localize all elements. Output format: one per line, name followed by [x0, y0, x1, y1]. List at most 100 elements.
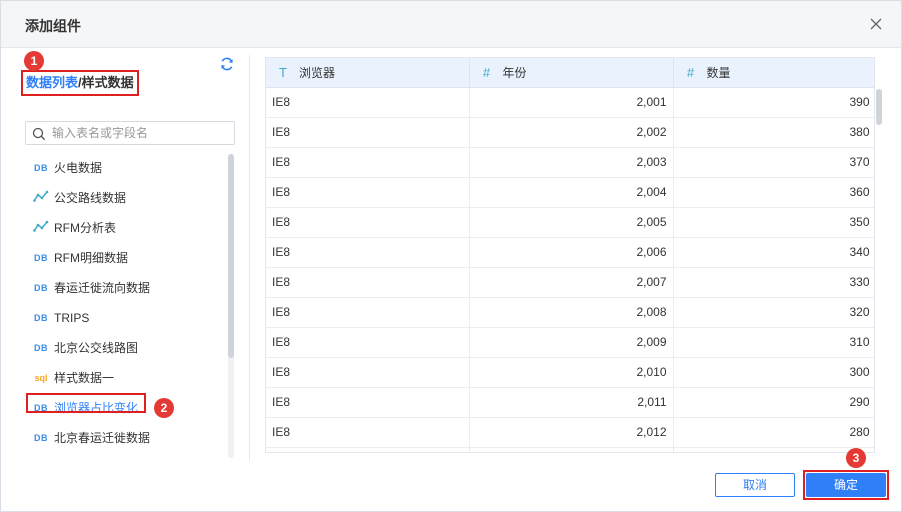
db-icon: DB [34, 282, 48, 293]
step-badge-1: 1 [24, 51, 44, 71]
search-input[interactable] [52, 125, 230, 141]
step-badge-3: 3 [846, 448, 866, 468]
list-item-label: TRIPS [54, 310, 90, 325]
list-item[interactable]: DB 北京公交线路图 [25, 332, 225, 362]
table-cell: 340 [673, 237, 874, 268]
table-cell: 390 [673, 87, 874, 118]
breadcrumb-data-list[interactable]: 数据列表 [26, 75, 78, 90]
table-cell: IE8 [266, 267, 470, 298]
table-cell [673, 447, 874, 452]
column-header[interactable]: T 浏览器 [266, 58, 470, 88]
table-row: IE8 2,012 280 [266, 417, 874, 448]
list-item-label: 北京春运迁徙数据 [54, 430, 151, 445]
table-cell: 2,002 [469, 117, 674, 148]
sql-icon: sql [34, 372, 48, 383]
table-row: IE8 2,002 380 [266, 117, 874, 148]
table-cell: IE8 [266, 87, 470, 118]
list-item[interactable]: 公交路线数据 [25, 182, 225, 212]
table-cell: IE8 [266, 177, 470, 208]
breadcrumb-current: 样式数据 [81, 75, 134, 90]
column-header[interactable]: # 年份 [469, 58, 674, 88]
table-cell: 290 [673, 387, 874, 418]
table-row: IE8 2,003 370 [266, 147, 874, 178]
table-cell: 310 [673, 327, 874, 358]
table-cell: 2,009 [469, 327, 674, 358]
breadcrumb: 数据列表/样式数据 [21, 70, 139, 96]
list-item[interactable]: DB 火电数据 [25, 152, 225, 182]
column-header-label: 数量 [706, 65, 731, 80]
table-cell [469, 447, 674, 452]
table-cell: 300 [673, 357, 874, 388]
table-row: IE8 2,006 340 [266, 237, 874, 268]
list-item-label: 春运迁徙流向数据 [54, 280, 151, 295]
add-component-dialog: 添加组件 数据列表/样式数据 DB 火电数据公交路线数据 RFM分析表 DB RFM明细… [0, 0, 902, 512]
table-cell: IE8 [266, 417, 470, 448]
table-cell: 320 [673, 297, 874, 328]
table-scrollbar[interactable] [876, 89, 882, 449]
list-item[interactable]: DB RFM明细数据 [25, 242, 225, 272]
column-header-label: 年份 [502, 65, 527, 80]
list-scrollbar-thumb[interactable] [228, 154, 234, 358]
list-item[interactable]: sql 样式数据一 [25, 362, 225, 392]
table-cell: 2,007 [469, 267, 674, 298]
table-row: IE8 2,001 390 [266, 87, 874, 118]
text-type-icon: T [279, 64, 287, 80]
db-icon: DB [34, 162, 48, 173]
db-icon: DB [34, 432, 48, 443]
line-chart-icon [32, 220, 50, 235]
list-item-label: 样式数据一 [54, 370, 115, 385]
list-item-label: RFM明细数据 [54, 250, 128, 265]
table-row: IE8 2,008 320 [266, 297, 874, 328]
table-cell: 2,010 [469, 357, 674, 388]
table-cell: 2,008 [469, 297, 674, 328]
table-cell: 2,003 [469, 147, 674, 178]
data-source-panel: 数据列表/样式数据 DB 火电数据公交路线数据 RFM分析表 DB RFM明细数据 DB 春… [17, 48, 249, 466]
search-icon [32, 127, 46, 144]
ok-button[interactable]: 确定 [806, 473, 886, 497]
list-item[interactable]: RFM分析表 [25, 212, 225, 242]
close-icon[interactable] [865, 13, 887, 35]
table-cell: IE8 [266, 387, 470, 418]
table-row: IE8 2,005 350 [266, 207, 874, 238]
step-badge-2: 2 [154, 398, 174, 418]
list-item[interactable]: DB TRIPS [25, 302, 225, 332]
table-cell [266, 447, 470, 452]
list-item-label: RFM分析表 [54, 220, 116, 235]
list-item-label: 公交路线数据 [54, 190, 127, 205]
data-preview-table: T 浏览器 # 年份 # 数量 IE8 2,001 390 IE8 2,002 380 IE8 2,00… [265, 57, 875, 453]
column-header[interactable]: # 数量 [673, 58, 874, 88]
number-type-icon: # [686, 64, 695, 80]
table-cell: 2,006 [469, 237, 674, 268]
dialog-header: 添加组件 [1, 1, 901, 48]
table-cell: IE8 [266, 327, 470, 358]
cancel-button[interactable]: 取消 [715, 473, 795, 497]
table-cell: 280 [673, 417, 874, 448]
table-cell: 350 [673, 207, 874, 238]
table-cell: IE8 [266, 117, 470, 148]
table-cell: IE8 [266, 207, 470, 238]
table-cell: 2,011 [469, 387, 674, 418]
table-cell: 380 [673, 117, 874, 148]
table-body: IE8 2,001 390 IE8 2,002 380 IE8 2,003 370 IE8 2,00… [266, 87, 874, 452]
table-cell: 360 [673, 177, 874, 208]
table-row: IE8 2,010 300 [266, 357, 874, 388]
refresh-icon[interactable] [219, 56, 235, 72]
table-cell: IE8 [266, 147, 470, 178]
list-item[interactable]: DB 春运迁徙流向数据 [25, 272, 225, 302]
table-cell: 370 [673, 147, 874, 178]
table-cell: 2,001 [469, 87, 674, 118]
table-row: IE8 2,007 330 [266, 267, 874, 298]
table-cell: 2,005 [469, 207, 674, 238]
table-cell: IE8 [266, 357, 470, 388]
table-scrollbar-thumb[interactable] [876, 89, 882, 125]
search-box [25, 121, 235, 145]
list-scrollbar[interactable] [228, 154, 234, 458]
db-icon: DB [34, 252, 48, 263]
list-item[interactable]: DB 浏览器占比变化 [25, 392, 225, 422]
number-type-icon: # [482, 64, 491, 80]
table-cell: IE8 [266, 237, 470, 268]
table-header-row: T 浏览器 # 年份 # 数量 [266, 58, 874, 88]
list-item[interactable]: DB 北京春运迁徙数据 [25, 422, 225, 452]
selected-item-highlight [26, 393, 146, 413]
column-header-label: 浏览器 [299, 65, 336, 80]
